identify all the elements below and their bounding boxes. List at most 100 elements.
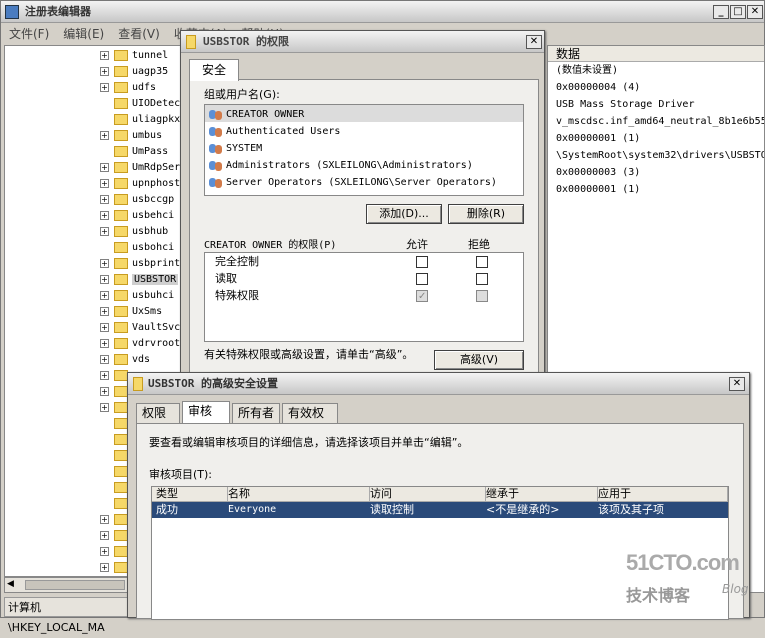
tree-item[interactable]: + umbus bbox=[100, 127, 183, 143]
tree-item[interactable]: + upnphost bbox=[100, 175, 183, 191]
tree-item[interactable]: usbohci bbox=[100, 239, 183, 255]
expand-icon[interactable]: + bbox=[100, 210, 109, 220]
tree-item[interactable]: + usbprint bbox=[100, 255, 183, 271]
expand-icon[interactable]: + bbox=[100, 386, 109, 396]
tree-item[interactable]: + vdrvroot bbox=[100, 335, 183, 351]
advanced-button[interactable]: 高级(V) bbox=[434, 350, 524, 370]
expand-icon[interactable]: + bbox=[100, 514, 109, 524]
data-value[interactable]: v_mscdsc.inf_amd64_neutral_8b1e6b55 bbox=[556, 113, 764, 130]
data-value[interactable]: (数值未设置) bbox=[556, 62, 764, 79]
expand-icon[interactable]: + bbox=[100, 274, 109, 284]
data-value[interactable]: \SystemRoot\system32\drivers\USBSTOR bbox=[556, 147, 764, 164]
tree-item[interactable]: + usbuhci bbox=[100, 287, 183, 303]
tab-permissions[interactable]: 权限 bbox=[136, 403, 180, 423]
expand-icon[interactable]: + bbox=[100, 402, 109, 412]
data-value[interactable]: 0x00000001 (1) bbox=[556, 130, 764, 147]
data-column-header[interactable]: 数据 bbox=[548, 46, 764, 62]
tree-item-label: usbhub bbox=[132, 226, 169, 237]
tree-item[interactable]: uliagpkx bbox=[100, 111, 183, 127]
tree-item[interactable]: + VaultSvc bbox=[100, 319, 183, 335]
folder-icon bbox=[114, 145, 128, 157]
tree-item[interactable]: + USBSTOR bbox=[100, 271, 183, 287]
tab-owner[interactable]: 所有者 bbox=[232, 403, 280, 423]
allow-checkbox[interactable] bbox=[416, 273, 428, 285]
tree-item[interactable]: UmPass bbox=[100, 143, 183, 159]
security-tab[interactable]: 安全 bbox=[189, 59, 239, 81]
column-header[interactable]: 继承于 bbox=[486, 487, 598, 501]
column-header[interactable]: 类型 bbox=[156, 487, 228, 501]
expand-icon[interactable]: + bbox=[100, 354, 109, 364]
menu-item[interactable]: 编辑(E) bbox=[63, 27, 104, 41]
user-item[interactable]: CREATOR OWNER bbox=[205, 105, 523, 122]
folder-icon bbox=[114, 97, 128, 109]
menu-item[interactable]: 文件(F) bbox=[9, 27, 49, 41]
deny-checkbox[interactable] bbox=[476, 273, 488, 285]
column-header[interactable]: 访问 bbox=[370, 487, 486, 501]
tree-item[interactable]: + uagp35 bbox=[100, 63, 183, 79]
user-item[interactable]: Server Operators (SXLEILONG\Server Opera… bbox=[205, 173, 523, 190]
column-header[interactable]: 名称 bbox=[228, 487, 370, 501]
audit-row[interactable]: 成功 Everyone 读取控制 <不是继承的> 该项及其子项 bbox=[152, 502, 728, 518]
close-button[interactable]: ✕ bbox=[747, 5, 763, 19]
expand-icon[interactable]: + bbox=[100, 50, 109, 60]
expand-icon[interactable]: + bbox=[100, 258, 109, 268]
expand-icon[interactable]: + bbox=[100, 290, 109, 300]
permissions-close-button[interactable]: ✕ bbox=[526, 35, 542, 49]
deny-checkbox[interactable] bbox=[476, 256, 488, 268]
expand-icon[interactable]: + bbox=[100, 162, 109, 172]
expand-icon[interactable]: + bbox=[100, 226, 109, 236]
tree-item[interactable]: + usbhub bbox=[100, 223, 183, 239]
deny-checkbox[interactable] bbox=[476, 290, 488, 302]
tree-item[interactable]: + usbehci bbox=[100, 207, 183, 223]
remove-button[interactable]: 删除(R) bbox=[448, 204, 524, 224]
users-list[interactable]: CREATOR OWNER Authenticated Users SYSTEM Ad… bbox=[204, 104, 524, 196]
tree-item[interactable]: + udfs bbox=[100, 79, 183, 95]
advanced-close-button[interactable]: ✕ bbox=[729, 377, 745, 391]
expand-icon[interactable]: + bbox=[100, 66, 109, 76]
expand-icon[interactable]: + bbox=[100, 306, 109, 316]
permission-row: 读取 bbox=[205, 270, 523, 287]
expand-icon[interactable]: + bbox=[100, 370, 109, 380]
menu-item[interactable]: 查看(V) bbox=[118, 27, 160, 41]
minimize-button[interactable]: _ bbox=[713, 5, 729, 19]
add-button[interactable]: 添加(D)... bbox=[366, 204, 442, 224]
user-item[interactable]: SYSTEM bbox=[205, 139, 523, 156]
tree-item[interactable]: + tunnel bbox=[100, 47, 183, 63]
advanced-titlebar[interactable]: USBSTOR 的高级安全设置 ✕ bbox=[128, 373, 749, 395]
user-item[interactable]: Administrators (SXLEILONG\Administrators… bbox=[205, 156, 523, 173]
expand-icon[interactable]: + bbox=[100, 338, 109, 348]
data-value[interactable]: 0x00000004 (4) bbox=[556, 79, 764, 96]
expand-icon[interactable]: + bbox=[100, 178, 109, 188]
folder-icon bbox=[114, 273, 128, 285]
expand-icon[interactable]: + bbox=[100, 130, 109, 140]
tree-item-label: usbehci bbox=[132, 210, 175, 221]
expand-icon[interactable]: + bbox=[100, 82, 109, 92]
regedit-titlebar[interactable]: 注册表编辑器 _ □ ✕ bbox=[1, 1, 764, 23]
expand-icon[interactable]: + bbox=[100, 546, 109, 556]
scroll-thumb[interactable] bbox=[25, 580, 125, 590]
expand-icon[interactable]: + bbox=[100, 562, 109, 572]
expand-icon[interactable]: + bbox=[100, 322, 109, 332]
column-header[interactable]: 应用于 bbox=[598, 487, 728, 501]
tree-item[interactable]: + usbccgp bbox=[100, 191, 183, 207]
tree-item[interactable]: + vds bbox=[100, 351, 183, 367]
allow-checkbox[interactable] bbox=[416, 256, 428, 268]
data-value[interactable]: 0x00000003 (3) bbox=[556, 164, 764, 181]
expand-icon[interactable]: + bbox=[100, 530, 109, 540]
permissions-titlebar[interactable]: USBSTOR 的权限 ✕ bbox=[181, 31, 544, 53]
allow-checkbox[interactable] bbox=[416, 288, 428, 305]
data-value[interactable]: 0x00000001 (1) bbox=[556, 181, 764, 198]
data-value[interactable]: USB Mass Storage Driver bbox=[556, 96, 764, 113]
tab-audit[interactable]: 审核 bbox=[182, 401, 230, 423]
tab-effective[interactable]: 有效权限 bbox=[282, 403, 338, 438]
users-icon bbox=[209, 143, 223, 154]
expand-icon[interactable]: + bbox=[100, 194, 109, 204]
tree-item[interactable]: + UmRdpService bbox=[100, 159, 183, 175]
folder-icon bbox=[114, 417, 128, 429]
user-item[interactable]: Authenticated Users bbox=[205, 122, 523, 139]
tree-item[interactable]: UIODetect bbox=[100, 95, 183, 111]
tree-item[interactable]: + UxSms bbox=[100, 303, 183, 319]
scroll-left-icon[interactable]: ◀ bbox=[7, 579, 14, 589]
audit-cell: <不是继承的> bbox=[486, 503, 560, 516]
maximize-button[interactable]: □ bbox=[730, 5, 746, 19]
